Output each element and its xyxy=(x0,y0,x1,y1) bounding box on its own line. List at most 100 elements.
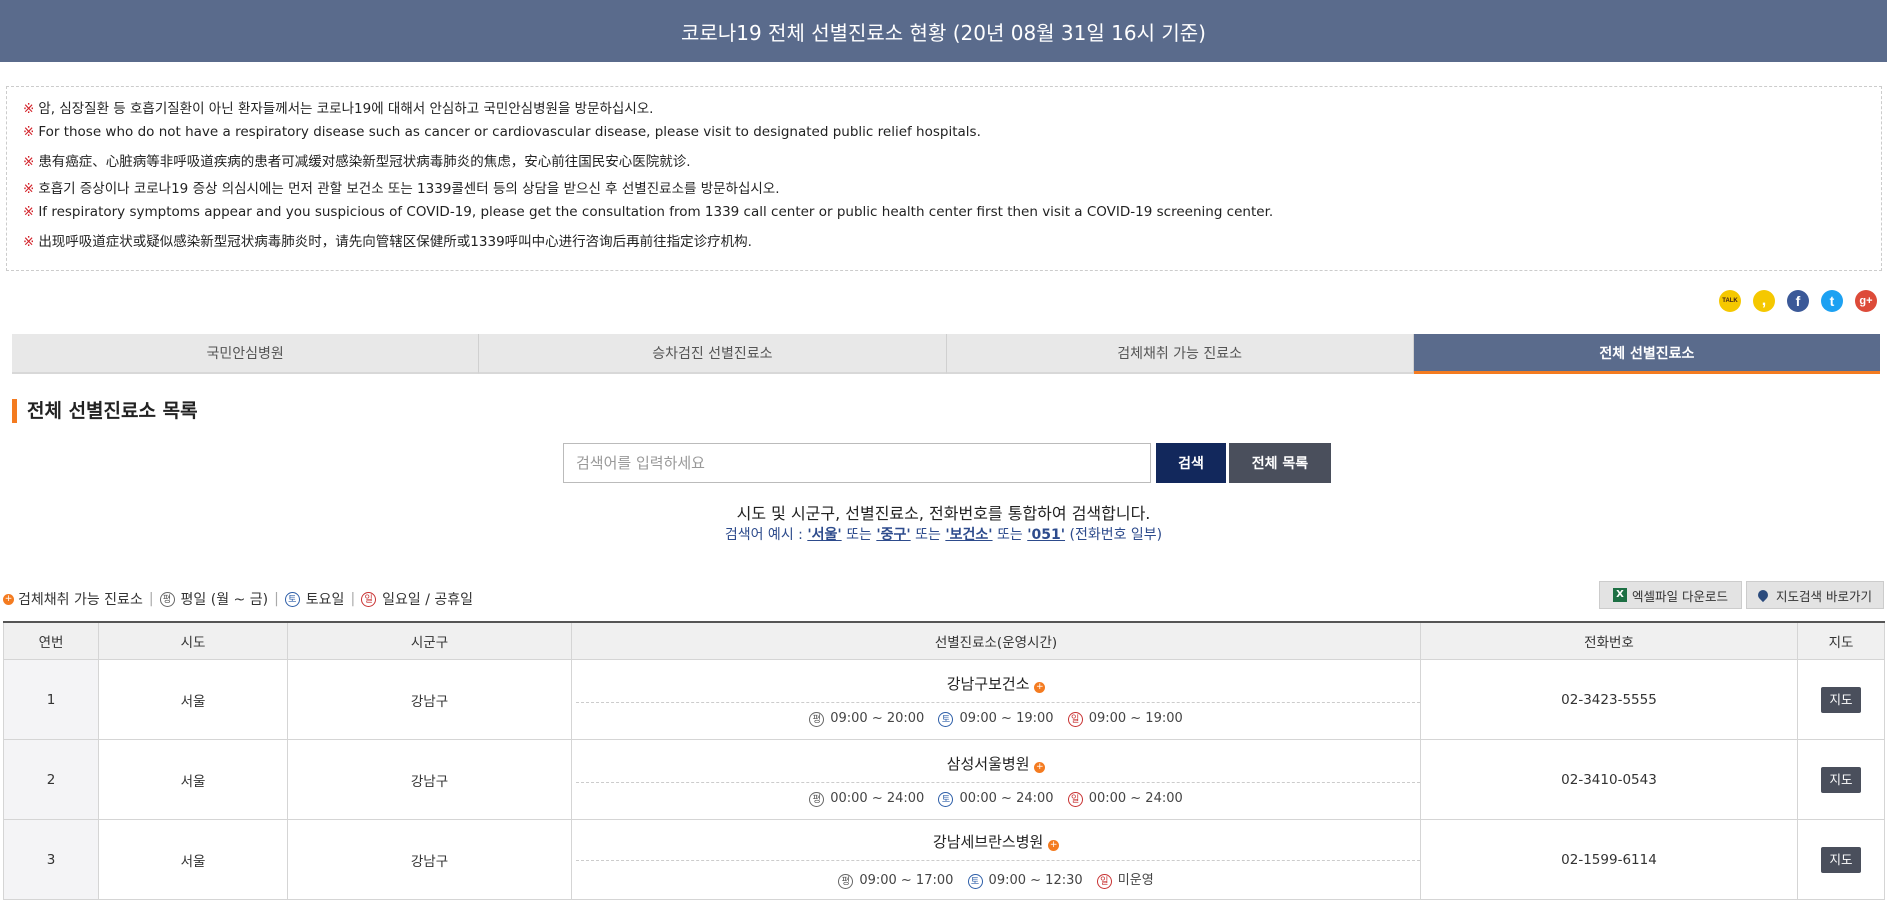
search-description: 시도 및 시군구, 선별진료소, 전화번호를 통합하여 검색합니다. xyxy=(736,504,1151,523)
excel-download-button[interactable]: X 엑셀파일 다운로드 xyxy=(1599,581,1742,609)
page-title: 코로나19 전체 선별진료소 현황 (20년 08월 31일 16시 기준) xyxy=(681,20,1206,45)
legend-weekday: 평일 (월 ~ 금) xyxy=(180,592,269,608)
col-phone: 전화번호 xyxy=(1420,621,1798,660)
tab-specimen-clinic[interactable]: 검체채취 가능 진료소 xyxy=(946,334,1414,374)
map-button[interactable]: 지도 xyxy=(1821,686,1861,713)
excel-icon: X xyxy=(1613,588,1627,602)
col-sido: 시도 xyxy=(98,621,288,660)
row-sigungu: 강남구 xyxy=(287,819,572,900)
notice-text: 患有癌症、心脏病等非呼吸道疾病的患者可减缓对感染新型冠状病毒肺炎的焦虑，安心前往… xyxy=(38,154,691,170)
notice-mark-icon: ※ xyxy=(23,234,35,250)
row-sigungu: 강남구 xyxy=(287,739,572,820)
row-number: 1 xyxy=(3,659,99,740)
legend-specimen: 검체채취 가능 진료소 xyxy=(18,592,143,608)
table-row: 1 서울 강남구 강남구보건소 + 평 09:00 ~ 20:00 토 09:00 … xyxy=(3,659,1885,740)
legend: + 검체채취 가능 진료소 | 평 평일 (월 ~ 금) | 토 토요일 | 일… xyxy=(3,589,473,609)
clinic-hours: 평 09:00 ~ 20:00 토 09:00 ~ 19:00 일 09:00 ~ 1… xyxy=(572,703,1420,727)
notice-mark-icon: ※ xyxy=(23,101,35,117)
example-prefix: 검색어 예시 : xyxy=(724,527,808,543)
page-header: 코로나19 전체 선별진료소 현황 (20년 08월 31일 16시 기준) xyxy=(0,0,1887,62)
tab-label: 검체채취 가능 진료소 xyxy=(1117,346,1243,362)
tab-safe-hospital[interactable]: 국민안심병원 xyxy=(12,334,480,374)
clinic-name: 삼성서울병원 + xyxy=(576,753,1420,783)
row-phone: 02-3410-0543 xyxy=(1420,739,1798,820)
map-button[interactable]: 지도 xyxy=(1821,846,1861,873)
map-button[interactable]: 지도 xyxy=(1821,766,1861,793)
col-map: 지도 xyxy=(1797,621,1885,660)
notice-mark-icon: ※ xyxy=(23,181,35,197)
tab-label: 승차검진 선별진료소 xyxy=(652,346,773,362)
tab-label: 전체 선별진료소 xyxy=(1599,345,1695,362)
search-examples: 검색어 예시 : '서울' 또는 '중구' 또는 '보건소' 또는 '051' … xyxy=(0,524,1887,544)
googleplus-icon[interactable]: g+ xyxy=(1855,290,1877,312)
kakaostory-icon[interactable]: , xyxy=(1753,290,1775,312)
sunday-icon: 일 xyxy=(1096,873,1112,889)
notice-text: For those who do not have a respiratory … xyxy=(38,124,981,140)
example-or: 또는 xyxy=(915,527,941,543)
hours-weekday: 00:00 ~ 24:00 xyxy=(830,790,925,806)
clinic-hours: 평 00:00 ~ 24:00 토 00:00 ~ 24:00 일 00:00 ~ 2… xyxy=(572,783,1420,807)
tab-bar: 국민안심병원 승차검진 선별진료소 검체채취 가능 진료소 전체 선별진료소 xyxy=(12,334,1880,374)
clinic-name-link[interactable]: 강남구보건소 xyxy=(947,675,1030,693)
divider: | xyxy=(350,591,356,607)
example-or: 또는 xyxy=(846,527,872,543)
specimen-dot-icon: + xyxy=(1034,681,1046,693)
notice-line: ※ 出现呼吸道症状或疑似感染新型冠状病毒肺炎时，请先向管辖区保健所或1339呼叫中… xyxy=(23,230,752,250)
all-list-button[interactable]: 전체 목록 xyxy=(1229,443,1331,483)
twitter-icon[interactable]: t xyxy=(1821,290,1843,312)
notice-mark-icon: ※ xyxy=(23,204,35,220)
clinic-name-link[interactable]: 강남세브란스병원 xyxy=(933,833,1043,851)
saturday-icon: 토 xyxy=(938,711,954,727)
notice-mark-icon: ※ xyxy=(23,124,35,140)
notice-text: 出现呼吸道症状或疑似感染新型冠状病毒肺炎时，请先向管辖区保健所或1339呼叫中心… xyxy=(38,234,752,250)
row-map: 지도 xyxy=(1797,659,1885,740)
map-search-button[interactable]: 지도검색 바로가기 xyxy=(1746,581,1884,609)
section-title: 전체 선별진료소 목록 xyxy=(12,399,198,423)
weekday-icon: 평 xyxy=(809,791,825,807)
row-clinic: 강남세브란스병원 + 평 09:00 ~ 17:00 토 09:00 ~ 12:30… xyxy=(571,819,1421,900)
example-link[interactable]: '051' xyxy=(1027,527,1065,543)
clinic-name: 강남구보건소 + xyxy=(576,673,1420,703)
table-header-row: 연번 시도 시군구 선별진료소(운영시간) 전화번호 지도 xyxy=(3,621,1885,660)
hours-sunday: 미운영 xyxy=(1117,872,1154,888)
divider: | xyxy=(274,591,279,607)
notice-text: If respiratory symptoms appear and you s… xyxy=(38,204,1274,220)
row-number: 3 xyxy=(3,819,99,900)
specimen-dot-icon: + xyxy=(1034,761,1046,773)
clinic-table: 연번 시도 시군구 선별진료소(운영시간) 전화번호 지도 1 서울 강남구 강… xyxy=(3,621,1885,900)
hours-saturday: 09:00 ~ 12:30 xyxy=(988,872,1083,888)
row-map: 지도 xyxy=(1797,819,1885,900)
hours-sunday: 00:00 ~ 24:00 xyxy=(1088,790,1183,806)
table-row: 3 서울 강남구 강남세브란스병원 + 평 09:00 ~ 17:00 토 09:0… xyxy=(3,819,1885,900)
hours-weekday: 09:00 ~ 17:00 xyxy=(859,872,954,888)
tab-drive-thru[interactable]: 승차검진 선별진료소 xyxy=(479,334,947,374)
col-sigungu: 시군구 xyxy=(287,621,572,660)
weekday-icon: 평 xyxy=(159,591,175,607)
notice-box: ※ 암, 심장질환 등 호흡기질환이 아닌 환자들께서는 코로나19에 대해서 안… xyxy=(6,86,1882,271)
notice-line: ※ 암, 심장질환 등 호흡기질환이 아닌 환자들께서는 코로나19에 대해서 안… xyxy=(23,97,653,117)
example-link[interactable]: '중구' xyxy=(876,527,910,543)
example-suffix: (전화번호 일부) xyxy=(1069,527,1163,543)
example-link[interactable]: '서울' xyxy=(807,527,841,543)
row-clinic: 삼성서울병원 + 평 00:00 ~ 24:00 토 00:00 ~ 24:00 일… xyxy=(571,739,1421,820)
search-input[interactable] xyxy=(563,443,1151,483)
tab-all-clinics[interactable]: 전체 선별진료소 xyxy=(1413,334,1880,374)
row-sido: 서울 xyxy=(98,819,288,900)
row-number: 2 xyxy=(3,739,99,820)
divider: | xyxy=(148,591,154,607)
notice-mark-icon: ※ xyxy=(23,154,35,170)
notice-text: 호흡기 증상이나 코로나19 증상 의심시에는 먼저 관할 보건소 또는 133… xyxy=(38,181,780,197)
legend-saturday: 토요일 xyxy=(305,592,345,608)
example-link[interactable]: '보건소' xyxy=(945,527,992,543)
col-number: 연번 xyxy=(3,621,99,660)
search-button[interactable]: 검색 xyxy=(1156,443,1226,483)
sunday-icon: 일 xyxy=(1067,791,1083,807)
row-sido: 서울 xyxy=(98,739,288,820)
kakaotalk-icon[interactable]: TALK xyxy=(1719,290,1741,312)
notice-line: ※ For those who do not have a respiratory… xyxy=(23,124,981,140)
hours-saturday: 00:00 ~ 24:00 xyxy=(959,790,1054,806)
facebook-icon[interactable]: f xyxy=(1787,290,1809,312)
clinic-name-link[interactable]: 삼성서울병원 xyxy=(947,755,1030,773)
notice-text: 암, 심장질환 등 호흡기질환이 아닌 환자들께서는 코로나19에 대해서 안심… xyxy=(38,101,654,117)
hours-sunday: 09:00 ~ 19:00 xyxy=(1088,710,1183,726)
